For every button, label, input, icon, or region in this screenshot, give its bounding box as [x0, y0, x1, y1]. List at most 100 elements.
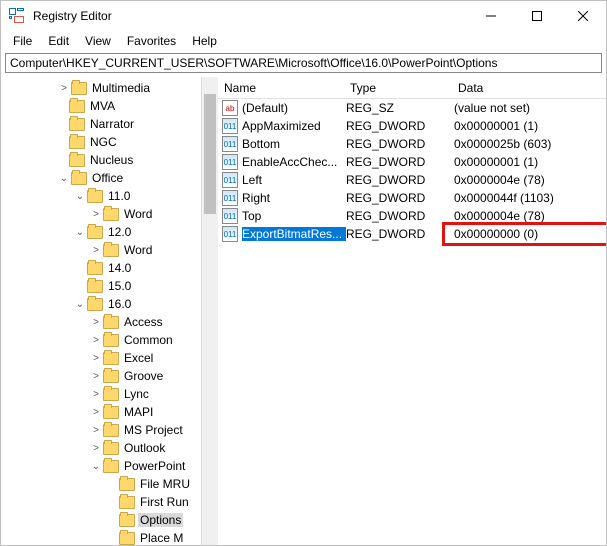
collapse-icon[interactable]: ⌄ — [57, 171, 71, 185]
tree-item[interactable]: 11.0 — [106, 189, 132, 203]
tree-item[interactable]: Groove — [122, 369, 165, 383]
minimize-button[interactable] — [468, 1, 514, 31]
expand-icon[interactable]: > — [89, 207, 103, 221]
window: Registry Editor File Edit View Favorites… — [0, 0, 607, 546]
collapse-icon[interactable]: ⌄ — [73, 297, 87, 311]
tree-item[interactable]: Office — [90, 171, 125, 185]
folder-icon — [71, 172, 87, 185]
tree-item[interactable]: Outlook — [122, 441, 167, 455]
folder-icon — [103, 334, 119, 347]
value-row[interactable]: 011RightREG_DWORD0x0000044f (1103) — [218, 189, 606, 207]
expand-icon[interactable]: > — [89, 387, 103, 401]
tree-scrollbar[interactable] — [201, 77, 218, 545]
dword-value-icon: 011 — [222, 190, 238, 206]
tree-item[interactable]: MS Project — [122, 423, 185, 437]
tree-item[interactable]: Word — [122, 243, 154, 257]
value-row[interactable]: 011BottomREG_DWORD0x0000025b (603) — [218, 135, 606, 153]
menu-view[interactable]: View — [77, 32, 119, 50]
folder-icon — [119, 532, 135, 545]
folder-icon — [103, 208, 119, 221]
scrollbar-thumb[interactable] — [204, 94, 216, 214]
value-row[interactable]: 011AppMaximizedREG_DWORD0x00000001 (1) — [218, 117, 606, 135]
expand-icon[interactable]: > — [89, 351, 103, 365]
collapse-icon[interactable]: ⌄ — [73, 225, 87, 239]
tree-view[interactable]: >Multimedia MVA Narrator NGC Nucleus ⌄Of… — [1, 77, 201, 545]
titlebar[interactable]: Registry Editor — [1, 1, 606, 31]
tree-item-selected[interactable]: Options — [138, 513, 183, 527]
menu-edit[interactable]: Edit — [40, 32, 77, 50]
expand-icon[interactable]: > — [89, 423, 103, 437]
tree-item[interactable]: PowerPoint — [122, 459, 187, 473]
expand-icon[interactable]: > — [89, 333, 103, 347]
tree-item[interactable]: Narrator — [88, 117, 136, 131]
folder-icon — [103, 388, 119, 401]
column-header-type[interactable]: Type — [344, 77, 452, 98]
folder-icon — [87, 298, 103, 311]
column-header-name[interactable]: Name — [218, 77, 344, 98]
menu-file[interactable]: File — [5, 32, 40, 50]
folder-icon — [69, 154, 85, 167]
close-button[interactable] — [560, 1, 606, 31]
expand-icon[interactable]: > — [89, 441, 103, 455]
dword-value-icon: 011 — [222, 226, 238, 242]
folder-icon — [103, 244, 119, 257]
dword-value-icon: 011 — [222, 154, 238, 170]
value-row-selected[interactable]: 011ExportBitmatRes...REG_DWORD0x00000000… — [218, 225, 606, 243]
expand-icon[interactable]: > — [57, 81, 71, 95]
collapse-icon[interactable]: ⌄ — [89, 459, 103, 473]
folder-icon — [87, 226, 103, 239]
menubar: File Edit View Favorites Help — [1, 31, 606, 51]
tree-item[interactable]: Common — [122, 333, 175, 347]
folder-icon — [103, 370, 119, 383]
maximize-button[interactable] — [514, 1, 560, 31]
expand-icon[interactable]: > — [89, 243, 103, 257]
dword-value-icon: 011 — [222, 136, 238, 152]
tree-item[interactable]: MAPI — [122, 405, 155, 419]
tree-item[interactable]: NGC — [88, 135, 119, 149]
tree-item[interactable]: Nucleus — [88, 153, 135, 167]
tree-item[interactable]: Access — [122, 315, 165, 329]
tree-item[interactable]: 12.0 — [106, 225, 133, 239]
folder-icon — [103, 424, 119, 437]
value-row[interactable]: ab(Default)REG_SZ(value not set) — [218, 99, 606, 117]
value-row[interactable]: 011EnableAccChec...REG_DWORD0x00000001 (… — [218, 153, 606, 171]
folder-icon — [69, 136, 85, 149]
menu-favorites[interactable]: Favorites — [119, 32, 184, 50]
dword-value-icon: 011 — [222, 172, 238, 188]
tree-item[interactable]: Multimedia — [90, 81, 152, 95]
folder-icon — [87, 262, 103, 275]
title-text: Registry Editor — [33, 9, 468, 23]
collapse-icon[interactable]: ⌄ — [73, 189, 87, 203]
folder-icon — [103, 442, 119, 455]
folder-icon — [71, 82, 87, 95]
column-header-data[interactable]: Data — [452, 77, 606, 98]
list-header: Name Type Data — [218, 77, 606, 99]
tree-item[interactable]: MVA — [88, 99, 117, 113]
expand-icon[interactable]: > — [89, 369, 103, 383]
folder-icon — [119, 478, 135, 491]
folder-icon — [87, 280, 103, 293]
tree-item[interactable]: Lync — [122, 387, 151, 401]
tree-item[interactable]: 14.0 — [106, 261, 133, 275]
tree-item[interactable]: First Run — [138, 495, 191, 509]
address-bar[interactable]: Computer\HKEY_CURRENT_USER\SOFTWARE\Micr… — [5, 53, 602, 73]
value-row[interactable]: 011LeftREG_DWORD0x0000004e (78) — [218, 171, 606, 189]
tree-item[interactable]: File MRU — [138, 477, 192, 491]
dword-value-icon: 011 — [222, 118, 238, 134]
folder-icon — [103, 406, 119, 419]
expand-icon[interactable]: > — [89, 405, 103, 419]
expand-icon[interactable]: > — [89, 315, 103, 329]
string-value-icon: ab — [222, 100, 238, 116]
value-row[interactable]: 011TopREG_DWORD0x0000004e (78) — [218, 207, 606, 225]
menu-help[interactable]: Help — [184, 32, 225, 50]
tree-item[interactable]: Place M — [138, 531, 185, 545]
tree-item[interactable]: Word — [122, 207, 154, 221]
tree-item[interactable]: Excel — [122, 351, 155, 365]
tree-item[interactable]: 16.0 — [106, 297, 133, 311]
folder-icon — [87, 190, 103, 203]
dword-value-icon: 011 — [222, 208, 238, 224]
tree-item[interactable]: 15.0 — [106, 279, 133, 293]
folder-icon — [103, 316, 119, 329]
folder-icon — [119, 496, 135, 509]
list-view[interactable]: Name Type Data ab(Default)REG_SZ(value n… — [218, 77, 606, 545]
